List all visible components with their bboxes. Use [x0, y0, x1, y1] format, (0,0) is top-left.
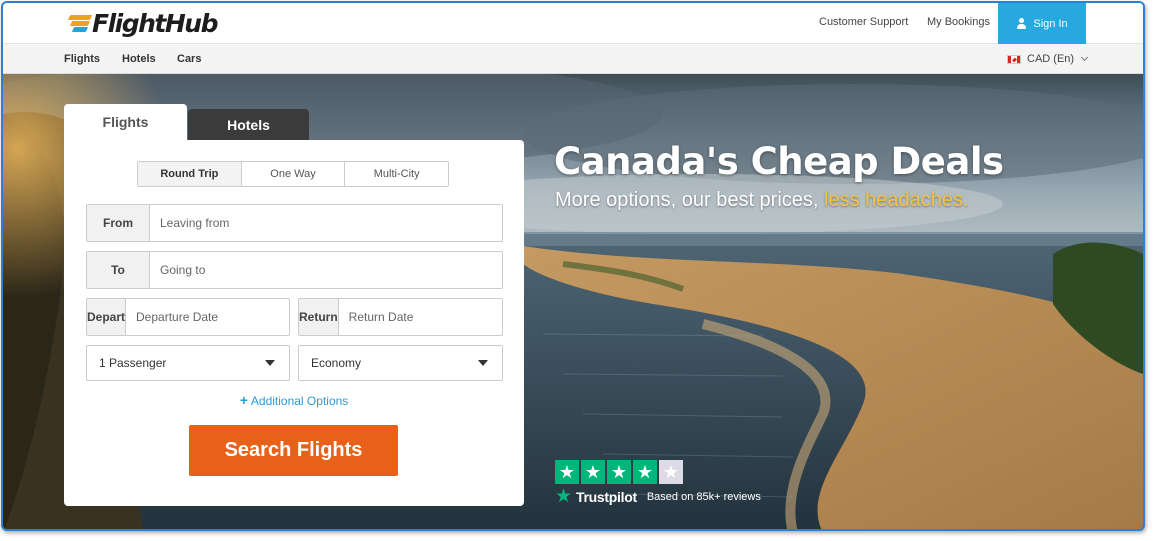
to-label: To [87, 252, 150, 288]
cabin-class-select[interactable]: Economy [298, 345, 503, 381]
cabin-class-value: Economy [311, 356, 362, 370]
hero-headline: Canada's Cheap Deals [554, 140, 1004, 183]
tab-flights[interactable]: Flights [64, 104, 187, 140]
trip-type-selector: Round Trip One Way Multi-City [137, 161, 449, 187]
subnav-flights[interactable]: Flights [64, 53, 100, 65]
trustpilot-star-icon: ★ [555, 486, 573, 507]
depart-date-input[interactable] [126, 299, 292, 335]
top-header: FlightHub Customer Support My Bookings S… [3, 3, 1143, 44]
trip-multi-city[interactable]: Multi-City [345, 162, 448, 186]
search-flights-button[interactable]: Search Flights [189, 425, 398, 476]
passenger-select[interactable]: 1 Passenger [86, 345, 290, 381]
star-icon: ★ [555, 460, 579, 484]
sign-in-button[interactable]: Sign In [998, 3, 1086, 44]
star-icon: ★ [581, 460, 605, 484]
subhead-main: More options, our best prices, [555, 189, 825, 211]
currency-label: CAD (En) [1027, 53, 1075, 65]
passenger-value: 1 Passenger [99, 356, 167, 370]
trip-one-way[interactable]: One Way [242, 162, 346, 186]
tab-hotels[interactable]: Hotels [188, 109, 309, 140]
sub-navigation: Flights Hotels Cars CAD (En) [3, 44, 1143, 74]
subhead-accent: less headaches. [824, 189, 969, 211]
hero-subheadline: More options, our best prices, less head… [555, 189, 969, 212]
star-icon: ★ [633, 460, 657, 484]
to-input[interactable] [150, 252, 502, 288]
from-field: From [86, 204, 503, 242]
star-icon: ★ [659, 460, 683, 484]
from-input[interactable] [150, 205, 502, 241]
customer-support-link[interactable]: Customer Support [819, 16, 908, 28]
browser-frame: FlightHub Customer Support My Bookings S… [1, 1, 1145, 531]
flighthub-logo[interactable]: FlightHub [65, 8, 218, 38]
flight-search-panel: Round Trip One Way Multi-City From To De… [64, 140, 524, 506]
additional-options-link[interactable]: + Additional Options [64, 392, 524, 408]
additional-options-label: Additional Options [250, 394, 349, 408]
trustpilot-brand: Trustpilot [576, 488, 637, 505]
caret-down-icon [265, 360, 275, 366]
depart-field: Depart [86, 298, 292, 336]
from-label: From [87, 205, 150, 241]
canada-flag-icon [1007, 54, 1021, 64]
trustpilot-rating[interactable]: ★ ★ ★ ★ ★ [555, 460, 683, 484]
sign-in-label: Sign In [1033, 17, 1068, 30]
depart-label: Depart [87, 299, 127, 335]
logo-text: FlightHub [92, 8, 218, 38]
subnav-cars[interactable]: Cars [177, 53, 201, 65]
user-icon [1016, 18, 1027, 29]
trip-round-trip[interactable]: Round Trip [138, 162, 242, 186]
star-icon: ★ [607, 460, 631, 484]
to-field: To [86, 251, 503, 289]
trustpilot-badge[interactable]: ★ Trustpilot Based on 85k+ reviews [555, 487, 761, 506]
return-field: Return [298, 298, 504, 336]
plus-icon: + [239, 392, 248, 408]
my-bookings-link[interactable]: My Bookings [927, 16, 990, 28]
hero-banner: Canada's Cheap Deals More options, our b… [3, 74, 1143, 529]
chevron-down-icon [1081, 53, 1089, 62]
subnav-hotels[interactable]: Hotels [122, 53, 156, 65]
return-label: Return [299, 299, 339, 335]
caret-down-icon [478, 360, 488, 366]
return-date-input[interactable] [338, 299, 504, 335]
currency-selector[interactable]: CAD (En) [1007, 53, 1089, 65]
trustpilot-review-count: Based on 85k+ reviews [646, 490, 761, 503]
logo-wing-icon [65, 12, 93, 34]
